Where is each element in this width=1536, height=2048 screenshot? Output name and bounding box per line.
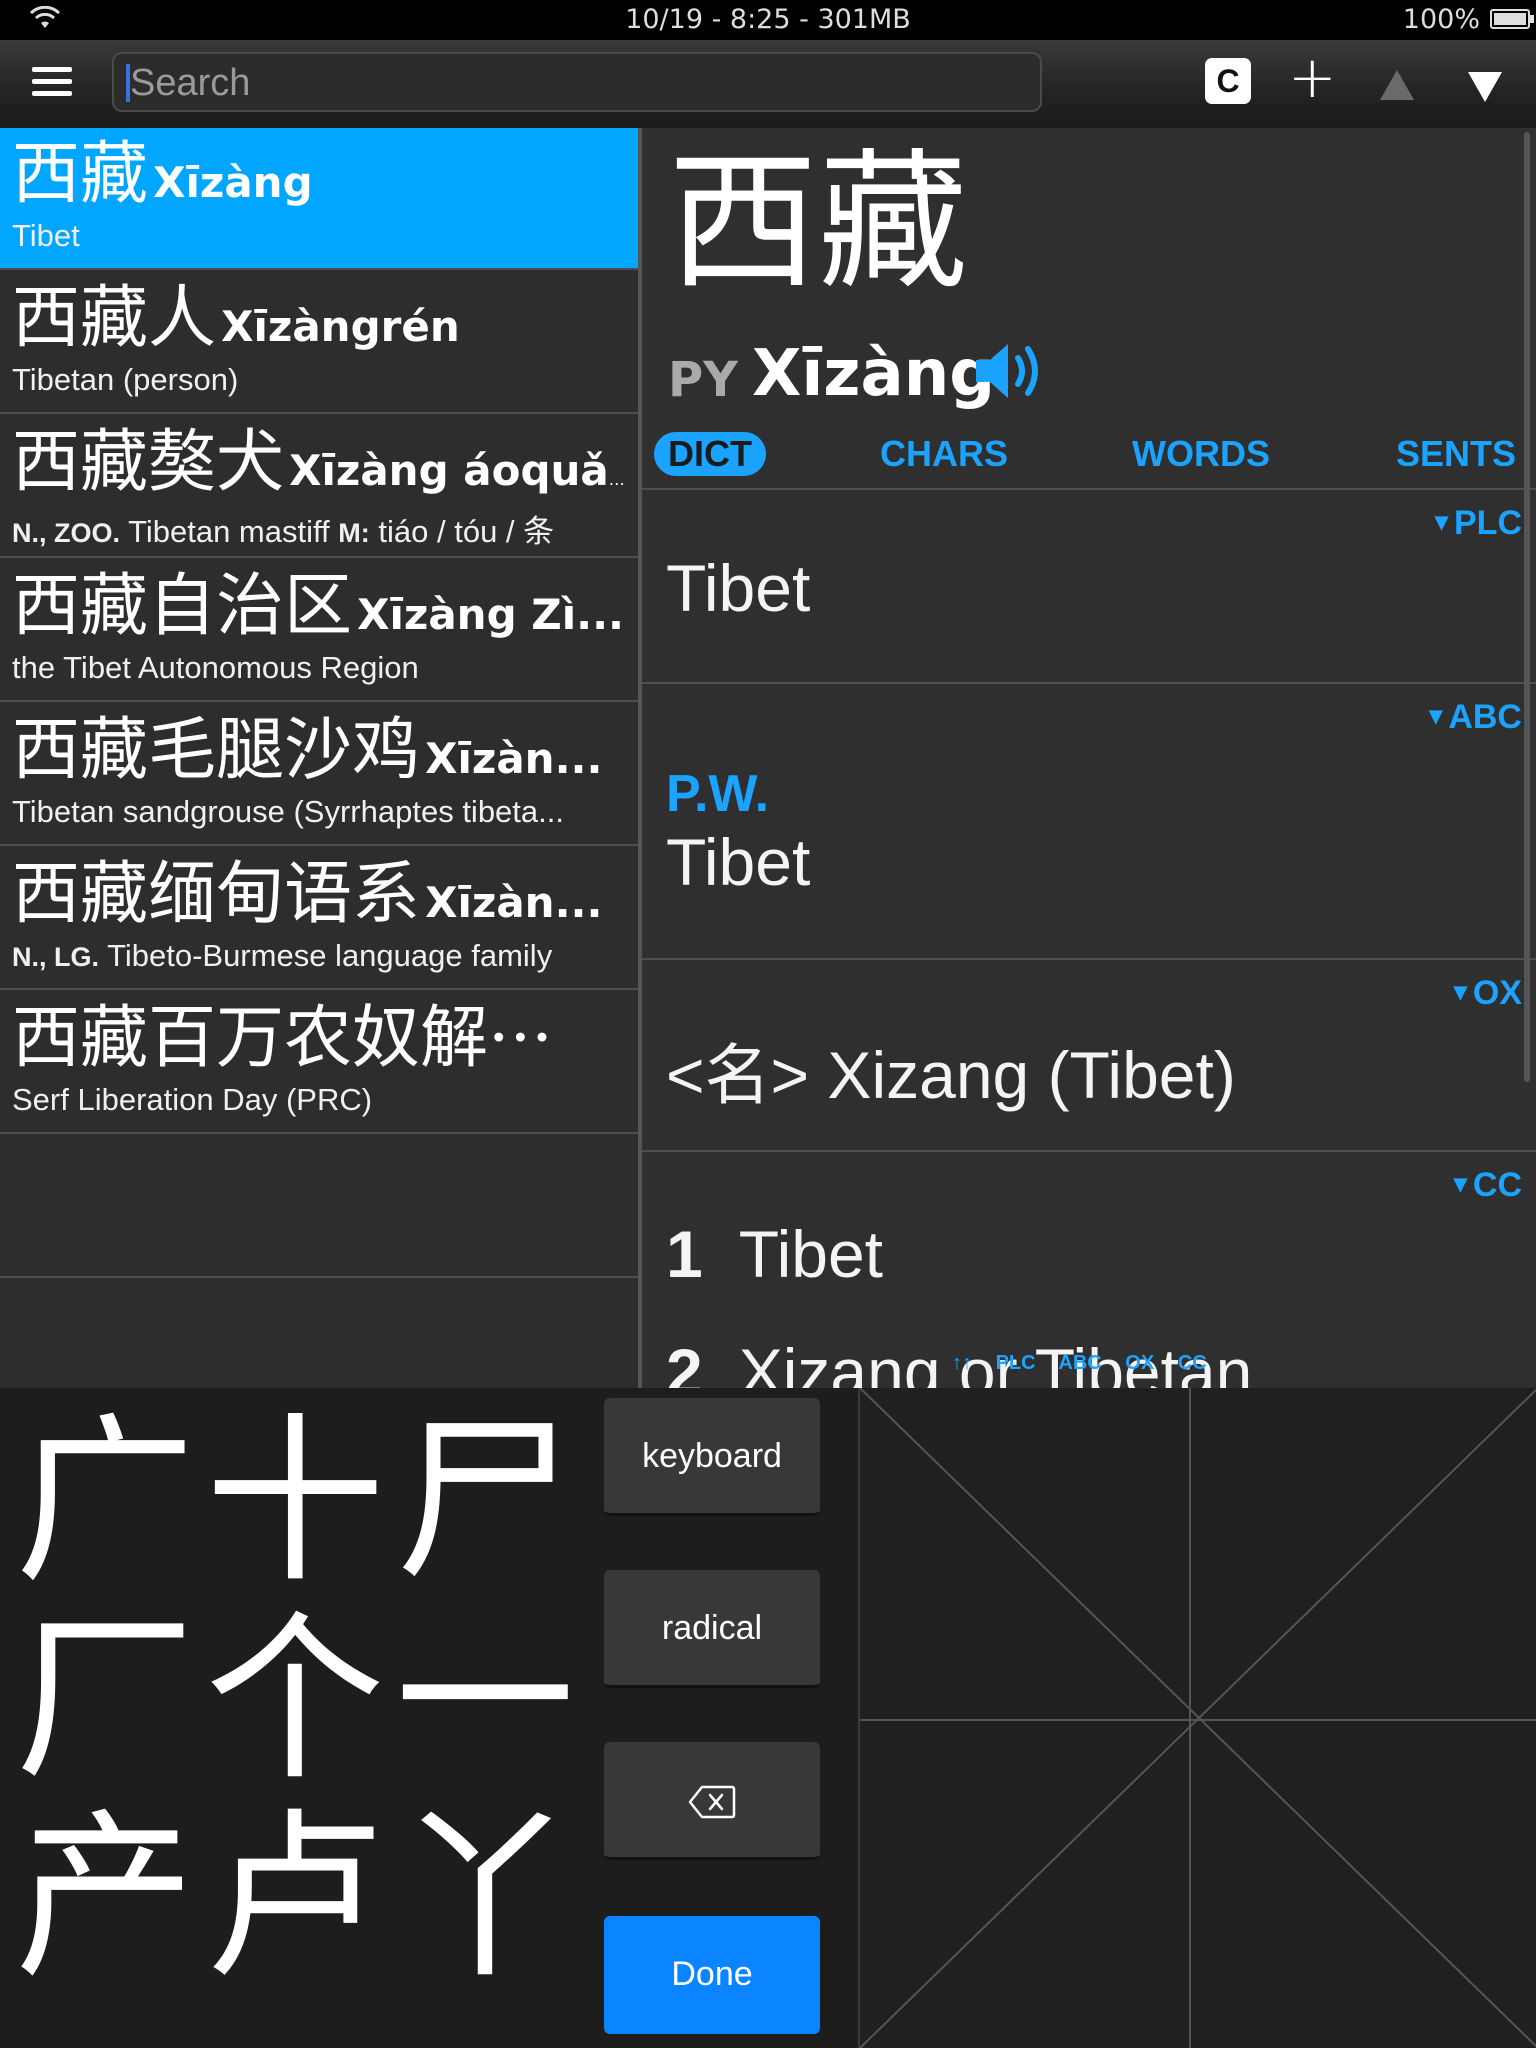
entry-gloss: Tibeto-Burmese language family — [107, 938, 553, 973]
plc-section: PLC Tibet — [642, 490, 1536, 684]
candidate-char[interactable]: 尸 — [390, 1408, 580, 1598]
toolbar: C + — [0, 40, 1536, 128]
list-item[interactable]: 西藏百万农奴解··· Serf Liberation Day (PRC) — [0, 992, 638, 1134]
abc-section: ABC P.W. Tibet — [642, 684, 1536, 960]
source-tag-ox[interactable]: OX — [1454, 974, 1522, 1013]
result-list: 西藏 Xīzàng Tibet 西藏人 Xīzàngrén Tibetan (p… — [0, 128, 638, 1388]
tab-bar: DICT CHARS WORDS SENTS — [642, 418, 1536, 490]
list-item[interactable]: 西藏獒犬 Xīzàng áoquǎn N., ZOO. Tibetan mast… — [0, 416, 638, 558]
status-time: 10/19 - 8:25 - 301MB — [625, 4, 911, 35]
candidate-char[interactable]: 个 — [200, 1606, 390, 1796]
part-of-speech: N., ZOO. — [12, 518, 120, 548]
tab-chars[interactable]: CHARS — [880, 432, 1008, 476]
speaker-icon[interactable] — [972, 336, 1052, 406]
candidate-char[interactable]: 产 — [10, 1804, 200, 1994]
done-button[interactable]: Done — [604, 1916, 820, 2034]
candidate-char[interactable]: 丫 — [390, 1804, 580, 1994]
section-jump-bar: ↑↑ PLC ABC OX CC — [952, 1352, 1225, 1375]
definition-text: Tibet — [738, 1217, 883, 1291]
entry-definition: the Tibet Autonomous Region — [12, 650, 419, 685]
entry-pinyin: Xīzàng Zì... — [357, 590, 624, 639]
ox-section: OX <名> Xizang (Tibet) — [642, 960, 1536, 1152]
list-item[interactable]: 西藏缅甸语系 Xīzàn... N., LG. Tibeto-Burmese l… — [0, 848, 638, 990]
search-input[interactable] — [128, 58, 1012, 108]
source-tag-cc[interactable]: CC — [1454, 1166, 1522, 1205]
headword-hanzi: 西藏 — [668, 136, 969, 310]
detail-pane: 西藏 PY Xīzàng DICT CHARS WORDS SENTS PLC … — [642, 128, 1536, 1388]
search-box[interactable] — [112, 52, 1042, 112]
entry-pinyin: Xīzàng áoquǎn — [289, 446, 632, 495]
entry-hanzi: 西藏獒犬 — [12, 423, 285, 502]
entry-definition: N., ZOO. Tibetan mastiff M: tiáo / tóu /… — [12, 506, 628, 551]
definition-number: 2 — [666, 1335, 703, 1388]
jump-abc-link[interactable]: ABC — [1058, 1352, 1101, 1374]
entry-hanzi: 西藏 — [12, 135, 149, 214]
up-arrow-icon[interactable] — [1380, 70, 1414, 100]
entry-pinyin: Xīzàngrén — [221, 302, 460, 351]
abbreviation: P.W. — [666, 765, 770, 823]
tab-dict[interactable]: DICT — [654, 432, 766, 476]
candidate-char[interactable]: 十 — [200, 1408, 390, 1598]
clipboard-button[interactable]: C — [1205, 58, 1251, 104]
handwriting-panel: 广 十 尸 厂 个 一 产 卢 丫 keyboard radical Done — [0, 1388, 1536, 2048]
jump-top-link[interactable]: ↑↑ — [952, 1352, 972, 1374]
entry-definition: Tibetan sandgrouse (Syrrhaptes tibeta... — [12, 794, 564, 829]
handwriting-canvas[interactable] — [858, 1388, 1536, 2048]
entry-hanzi: 西藏毛腿沙鸡 — [12, 711, 421, 790]
definition-number: 1 — [666, 1217, 703, 1291]
candidate-char[interactable]: 一 — [390, 1606, 580, 1796]
scrollbar[interactable] — [1524, 132, 1530, 1082]
keyboard-button[interactable]: keyboard — [604, 1398, 820, 1516]
list-item[interactable]: 西藏自治区 Xīzàng Zì... the Tibet Autonomous … — [0, 560, 638, 702]
entry-gloss: Tibetan mastiff — [128, 514, 330, 549]
backspace-button[interactable] — [604, 1742, 820, 1860]
entry-definition: N., LG. Tibeto-Burmese language family — [12, 938, 628, 974]
jump-ox-link[interactable]: OX — [1125, 1352, 1154, 1374]
entry-definition: Tibet — [12, 218, 80, 253]
definition-text: <名> Xizang (Tibet) — [666, 1038, 1236, 1112]
entry-definition: Tibetan (person) — [12, 362, 239, 397]
down-arrow-icon[interactable] — [1468, 72, 1502, 102]
jump-plc-link[interactable]: PLC — [996, 1352, 1036, 1374]
part-of-speech: N., LG. — [12, 942, 99, 972]
pinyin-label: PY — [668, 352, 738, 408]
list-item[interactable]: 西藏毛腿沙鸡 Xīzàn... Tibetan sandgrouse (Syrr… — [0, 704, 638, 846]
radical-button[interactable]: radical — [604, 1570, 820, 1688]
measure-label: M: — [338, 518, 370, 548]
candidate-char[interactable]: 厂 — [10, 1606, 200, 1796]
entry-hanzi: 西藏百万农奴解··· — [12, 999, 553, 1078]
definition-text: Tibet — [666, 825, 811, 899]
battery-percent: 100% — [1402, 4, 1480, 35]
entry-pinyin: Xīzàn... — [425, 878, 603, 927]
add-icon[interactable]: + — [1288, 48, 1337, 106]
entry-definition: Serf Liberation Day (PRC) — [12, 1082, 373, 1117]
measure-word: tiáo / tóu / 条 — [378, 514, 555, 549]
candidate-char[interactable]: 卢 — [200, 1804, 390, 1994]
headword-pinyin: Xīzàng — [752, 337, 996, 411]
canvas-guide-lines — [860, 1388, 1536, 2048]
tab-sents[interactable]: SENTS — [1396, 432, 1516, 476]
definition-item: 1 Tibet — [666, 1216, 883, 1292]
entry-hanzi: 西藏自治区 — [12, 567, 353, 646]
jump-cc-link[interactable]: CC — [1178, 1352, 1207, 1374]
entry-pinyin: Xīzàn... — [425, 734, 603, 783]
backspace-icon — [688, 1785, 736, 1819]
empty-row — [0, 1136, 638, 1278]
candidate-char[interactable]: 广 — [10, 1408, 200, 1598]
battery-icon — [1490, 9, 1534, 29]
entry-pinyin: Xīzàng — [153, 158, 313, 207]
source-tag-plc[interactable]: PLC — [1435, 504, 1522, 543]
entry-hanzi: 西藏缅甸语系 — [12, 855, 421, 934]
status-bar: 10/19 - 8:25 - 301MB 100% — [0, 0, 1536, 40]
source-tag-abc[interactable]: ABC — [1429, 698, 1522, 737]
tab-words[interactable]: WORDS — [1132, 432, 1270, 476]
entry-hanzi: 西藏人 — [12, 279, 217, 358]
definition-text: Tibet — [666, 551, 811, 625]
menu-icon[interactable] — [30, 64, 74, 104]
list-item[interactable]: 西藏 Xīzàng Tibet — [0, 128, 638, 270]
list-item[interactable]: 西藏人 Xīzàngrén Tibetan (person) — [0, 272, 638, 414]
